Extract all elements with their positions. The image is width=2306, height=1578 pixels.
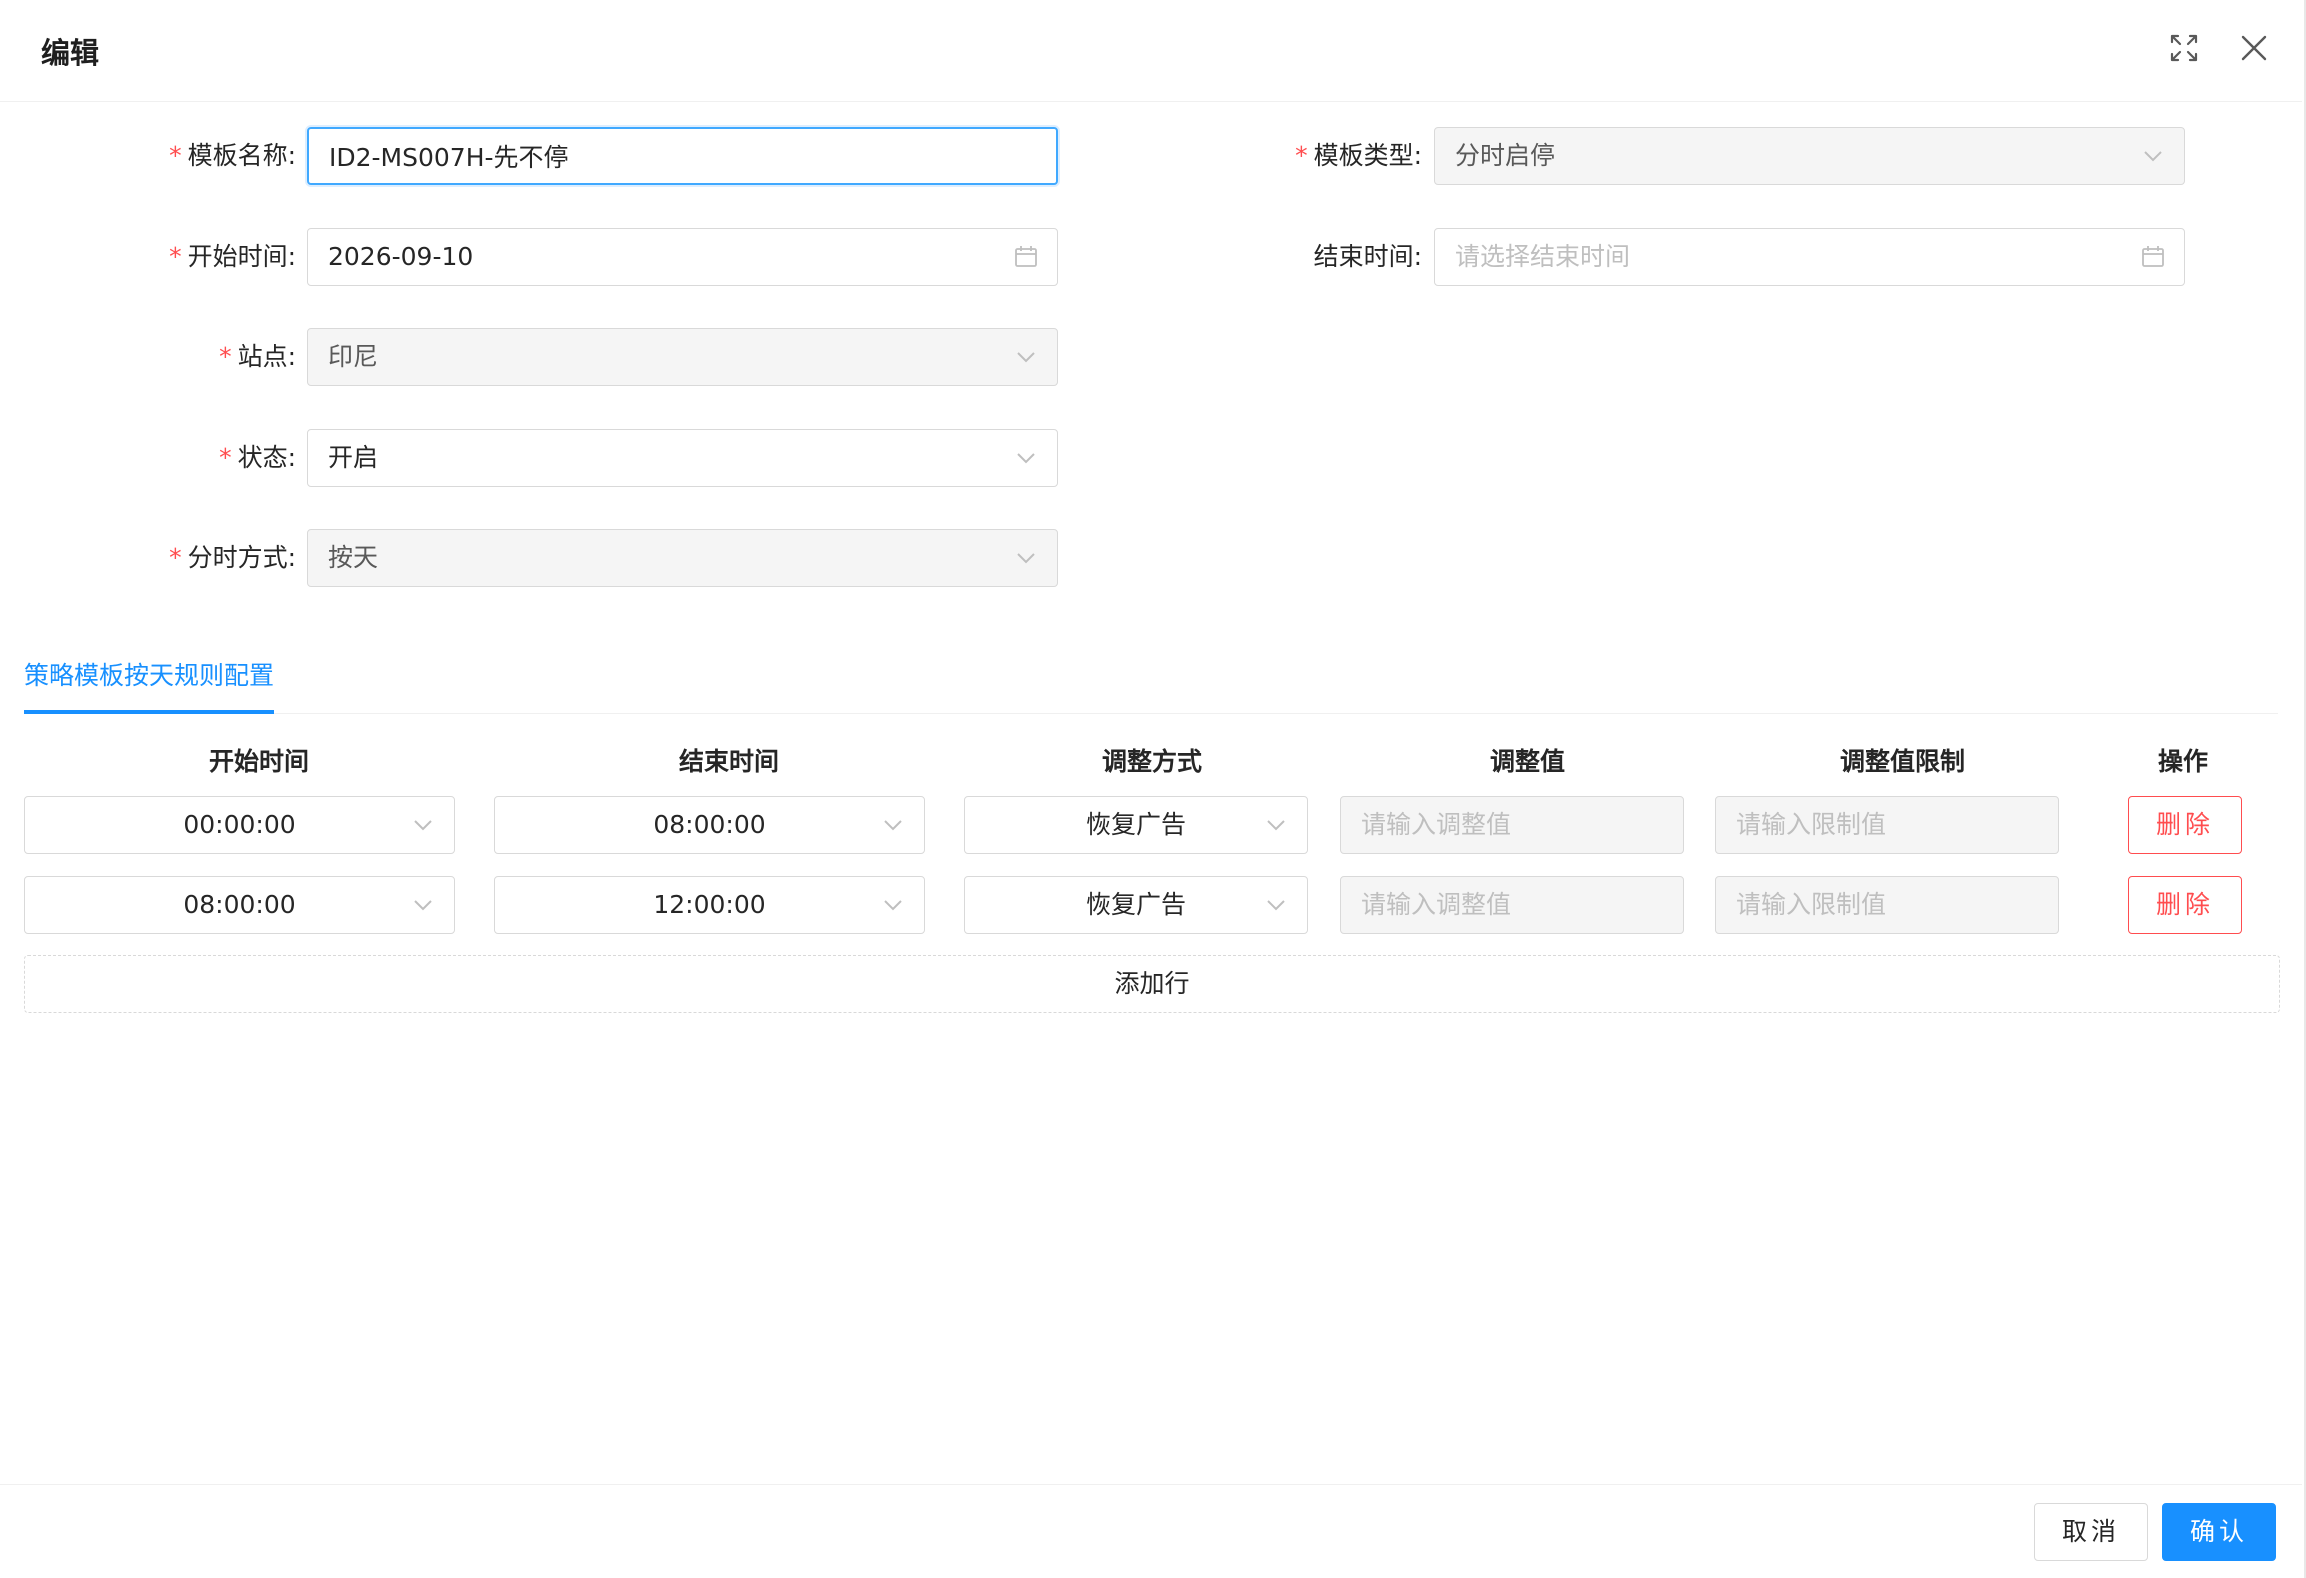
row-1-method-select[interactable]: 恢复广告 xyxy=(964,796,1308,854)
rule-config-tabs: 策略模板按天规则配置 xyxy=(24,640,2278,714)
add-row-button[interactable]: 添加行 xyxy=(24,955,2280,1013)
chevron-down-icon xyxy=(1263,812,1289,838)
status-label: * 状态: xyxy=(219,443,296,472)
template-name-item: * 模板名称: xyxy=(0,127,1060,185)
template-type-label: * 模板类型: xyxy=(1295,141,1422,170)
row-2-limit-input[interactable]: 请输入限制值 xyxy=(1715,876,2059,934)
cancel-button[interactable]: 取消 xyxy=(2034,1503,2148,1561)
chevron-down-icon xyxy=(1263,892,1289,918)
time-mode-item: * 分时方式: 按天 xyxy=(0,529,1060,587)
site-value: 印尼 xyxy=(328,342,379,371)
end-time-item: 结束时间: 请选择结束时间 xyxy=(1150,228,2185,286)
row-1-start-select[interactable]: 00:00:00 xyxy=(24,796,455,854)
site-label: * 站点: xyxy=(219,342,296,371)
template-type-value: 分时启停 xyxy=(1455,141,1556,170)
row-1-delete-button[interactable]: 删除 xyxy=(2128,796,2242,854)
chevron-down-icon xyxy=(880,892,906,918)
chevron-down-icon xyxy=(410,812,436,838)
status-value: 开启 xyxy=(328,443,379,472)
site-item: * 站点: 印尼 xyxy=(0,328,1060,386)
close-icon[interactable] xyxy=(2236,30,2272,66)
row-2-start-select[interactable]: 08:00:00 xyxy=(24,876,455,934)
template-type-select[interactable]: 分时启停 xyxy=(1434,127,2185,185)
time-mode-label: * 分时方式: xyxy=(169,543,296,572)
chevron-down-icon xyxy=(1013,344,1039,370)
status-item: * 状态: 开启 xyxy=(0,429,1060,487)
col-header-start: 开始时间 xyxy=(208,747,309,776)
end-date-picker[interactable]: 请选择结束时间 xyxy=(1434,228,2185,286)
row-2-value-input[interactable]: 请输入调整值 xyxy=(1340,876,1684,934)
confirm-button[interactable]: 确认 xyxy=(2162,1503,2276,1561)
start-date-value: 2026-09-10 xyxy=(328,242,474,271)
row-1-end-select[interactable]: 08:00:00 xyxy=(494,796,925,854)
modal-header: 编辑 xyxy=(0,0,2302,102)
time-mode-value: 按天 xyxy=(328,543,379,572)
modal-title: 编辑 xyxy=(41,36,100,70)
end-date-placeholder: 请选择结束时间 xyxy=(1455,242,1631,271)
col-header-value: 调整值 xyxy=(1489,747,1565,776)
site-select[interactable]: 印尼 xyxy=(307,328,1058,386)
edit-modal: 编辑 *模板名称: *模板类型: 分时启停 xyxy=(0,0,2306,1578)
row-1-value-input[interactable]: 请输入调整值 xyxy=(1340,796,1684,854)
tab-daily-rule-config[interactable]: 策略模板按天规则配置 xyxy=(24,656,275,714)
template-name-input[interactable] xyxy=(329,129,984,183)
col-header-action: 操作 xyxy=(2157,747,2208,776)
template-name-input-wrap[interactable] xyxy=(307,127,1058,185)
chevron-down-icon xyxy=(410,892,436,918)
start-time-label: * 开始时间: xyxy=(169,242,296,271)
status-select[interactable]: 开启 xyxy=(307,429,1058,487)
chevron-down-icon xyxy=(2140,143,2166,169)
fullscreen-expand-icon[interactable] xyxy=(2166,30,2202,66)
chevron-down-icon xyxy=(1013,545,1039,571)
modal-footer: 取消 确认 xyxy=(0,1484,2302,1578)
col-header-method: 调整方式 xyxy=(1101,747,1202,776)
row-2-delete-button[interactable]: 删除 xyxy=(2128,876,2242,934)
chevron-down-icon xyxy=(880,812,906,838)
chevron-down-icon xyxy=(1013,445,1039,471)
start-time-item: * 开始时间: 2026-09-10 xyxy=(0,228,1060,286)
end-time-label: 结束时间: xyxy=(1313,242,1422,271)
calendar-icon xyxy=(2140,244,2166,270)
template-name-label: * 模板名称: xyxy=(169,141,296,170)
col-header-limit: 调整值限制 xyxy=(1839,747,1965,776)
col-header-end: 结束时间 xyxy=(678,747,779,776)
row-2-method-select[interactable]: 恢复广告 xyxy=(964,876,1308,934)
calendar-icon xyxy=(1013,244,1039,270)
row-1-limit-input[interactable]: 请输入限制值 xyxy=(1715,796,2059,854)
start-date-picker[interactable]: 2026-09-10 xyxy=(307,228,1058,286)
row-2-end-select[interactable]: 12:00:00 xyxy=(494,876,925,934)
time-mode-select[interactable]: 按天 xyxy=(307,529,1058,587)
template-type-item: * 模板类型: 分时启停 xyxy=(1150,127,2185,185)
